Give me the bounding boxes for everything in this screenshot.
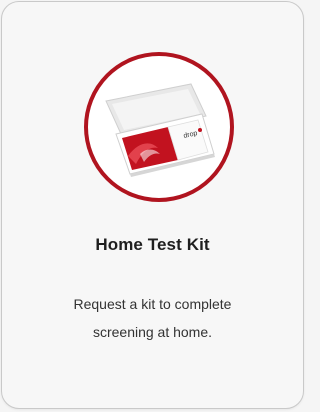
card-description: Request a kit to complete screening at h… [73,296,232,340]
test-kit-box-icon: drop [105,83,215,177]
home-test-kit-card[interactable]: drop Home Test Kit Request a kit to comp… [1,1,304,409]
card-title: Home Test Kit [95,235,210,254]
kit-image-ring: drop [84,52,234,202]
